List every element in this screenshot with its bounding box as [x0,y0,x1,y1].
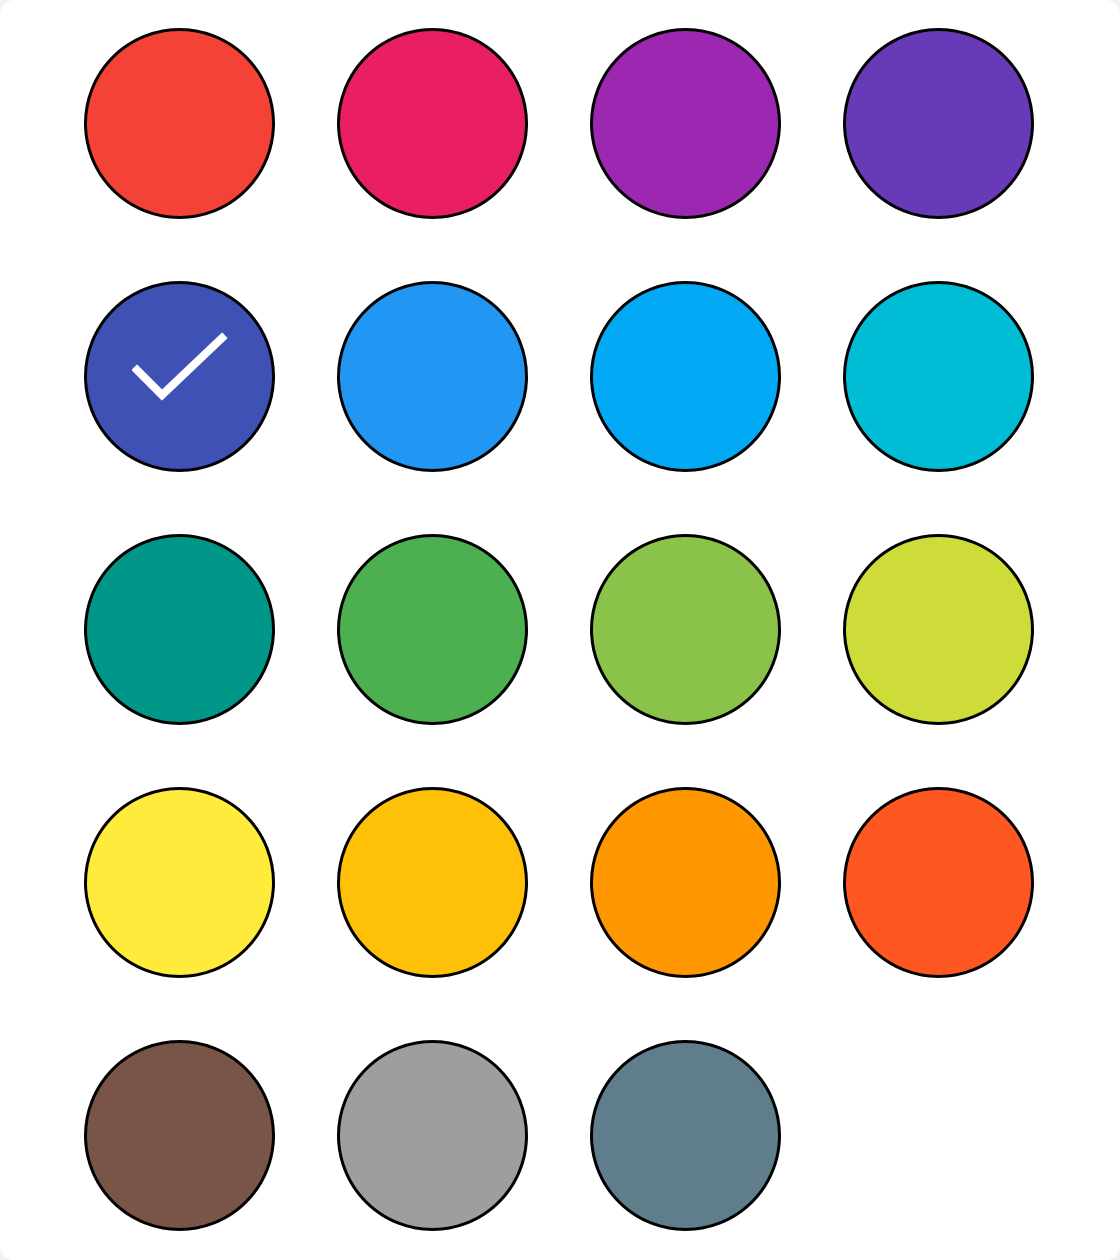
color-swatch-light-blue[interactable] [590,281,781,472]
color-swatch-pink[interactable] [337,28,528,219]
color-swatch-purple[interactable] [590,28,781,219]
color-swatch-cyan[interactable] [843,281,1034,472]
color-swatch-brown[interactable] [84,1040,275,1231]
color-swatch-indigo[interactable] [84,281,275,472]
color-swatch-deep-purple[interactable] [843,28,1034,219]
checkmark-icon [131,331,228,401]
color-swatch-green[interactable] [337,534,528,725]
color-swatch-orange[interactable] [590,787,781,978]
color-swatch-red[interactable] [84,28,275,219]
color-swatch-grey[interactable] [337,1040,528,1231]
color-swatch-lime[interactable] [843,534,1034,725]
color-swatch-blue-grey[interactable] [590,1040,781,1231]
color-picker-panel [0,0,1120,1260]
color-swatch-amber[interactable] [337,787,528,978]
color-swatch-grid [84,28,1034,1231]
color-swatch-yellow[interactable] [84,787,275,978]
color-swatch-deep-orange[interactable] [843,787,1034,978]
color-swatch-teal[interactable] [84,534,275,725]
color-swatch-blue[interactable] [337,281,528,472]
color-swatch-light-green[interactable] [590,534,781,725]
